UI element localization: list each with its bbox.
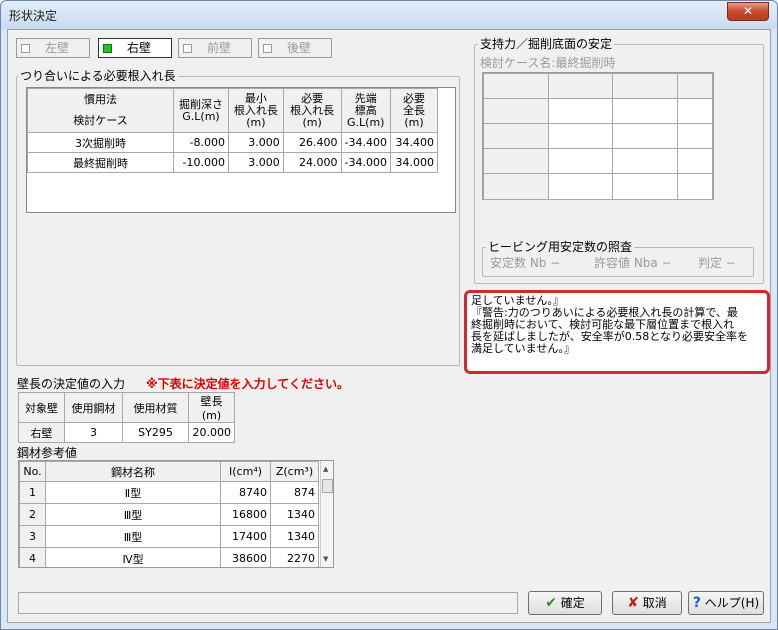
tab-front-wall[interactable]: 前壁 bbox=[178, 38, 252, 58]
table-row[interactable]: 右壁 3 SY295 20.000 bbox=[18, 422, 235, 443]
allowable-value: 許容値 Nba − bbox=[594, 256, 672, 270]
close-button[interactable]: ✕ bbox=[727, 2, 769, 21]
tab-right-wall[interactable]: 右壁 bbox=[98, 38, 172, 58]
bearing-grid bbox=[482, 72, 714, 200]
method-header: 慣用法 bbox=[26, 88, 175, 109]
help-icon: ? bbox=[692, 595, 701, 611]
tab-back-wall[interactable]: 後壁 bbox=[258, 38, 332, 58]
scroll-up-icon[interactable]: ▲ bbox=[323, 465, 328, 473]
dialog-window: 形状決定 ✕ 左壁 右壁 前壁 後壁 つり合いによる必要根入れ長 慣用法 掘削深… bbox=[0, 0, 778, 630]
checkbox-icon bbox=[263, 44, 272, 53]
table-row[interactable]: 最終掘削時 -10.000 3.000 24.000 -34.000 34.00… bbox=[26, 152, 438, 173]
embedment-table-frame: 慣用法 掘削深さ G.L(m) 最小 根入れ長 (m) 必要 根入れ長 (m) 先端 標高 G… bbox=[26, 87, 456, 213]
title-bar: 形状決定 ✕ bbox=[1, 1, 777, 29]
wall-length-table: 対象壁 使用鋼材 使用材質 壁長(m) 右壁 3 SY295 20.000 bbox=[18, 392, 235, 443]
scroll-down-icon[interactable]: ▼ bbox=[323, 555, 328, 563]
embedment-group-label: つり合いによる必要根入れ長 bbox=[18, 67, 178, 84]
case-header: 検討ケース bbox=[26, 108, 175, 133]
col-tip-elevation: 先端 標高 G.L(m) bbox=[340, 88, 392, 133]
table-row[interactable]: 1 Ⅱ型 8740 874 bbox=[19, 481, 320, 504]
material-cell[interactable]: SY295 bbox=[122, 422, 189, 443]
col-excavation: 掘削深さ G.L(m) bbox=[173, 88, 229, 133]
cross-icon: ✘ bbox=[627, 595, 639, 611]
steel-ref-table: No. 鋼材名称 I(cm⁴) Z(cm³) 1 Ⅱ型 8740 874 2 Ⅲ… bbox=[19, 461, 320, 567]
warning-message: 足していません。』 『警告:力のつりあいによる必要根入れ長の計算で、最 終掘削時… bbox=[464, 290, 770, 374]
ok-button[interactable]: ✔ 確定 bbox=[528, 591, 602, 615]
checkbox-icon bbox=[183, 44, 192, 53]
table-row[interactable]: 3 Ⅲ型 17400 1340 bbox=[19, 525, 320, 548]
col-req-embedment: 必要 根入れ長 (m) bbox=[282, 88, 342, 133]
col-min-embedment: 最小 根入れ長 (m) bbox=[227, 88, 284, 133]
help-button[interactable]: ? ヘルプ(H) bbox=[688, 591, 764, 615]
checkbox-icon bbox=[103, 44, 112, 53]
dialog-client: 左壁 右壁 前壁 後壁 つり合いによる必要根入れ長 慣用法 掘削深さ G.L(m)… bbox=[7, 29, 771, 623]
wall-length-input[interactable]: 20.000 bbox=[188, 422, 235, 443]
steel-ref-frame: No. 鋼材名称 I(cm⁴) Z(cm³) 1 Ⅱ型 8740 874 2 Ⅲ… bbox=[18, 460, 334, 568]
steel-cell[interactable]: 3 bbox=[64, 422, 123, 443]
bearing-group-label: 支持力／掘削底面の安定 bbox=[478, 35, 615, 52]
table-row[interactable]: 3次掘削時 -8.000 3.000 26.400 -34.400 34.400 bbox=[26, 132, 438, 153]
checkbox-icon bbox=[21, 44, 30, 53]
heaving-group-label: ヒービング用安定数の照査 bbox=[486, 238, 635, 255]
check-icon: ✔ bbox=[545, 595, 557, 611]
table-row[interactable]: 2 Ⅲ型 16800 1340 bbox=[19, 503, 320, 526]
stability-number: 安定数 Nb − bbox=[490, 256, 561, 270]
steel-ref-label: 鋼材参考値 bbox=[17, 446, 78, 460]
embedment-table: 慣用法 掘削深さ G.L(m) 最小 根入れ長 (m) 必要 根入れ長 (m) 先端 標高 G… bbox=[26, 88, 438, 173]
table-row[interactable]: 4 Ⅳ型 38600 2270 bbox=[19, 547, 320, 567]
status-field bbox=[18, 592, 518, 614]
cancel-button[interactable]: ✘ 取消 bbox=[612, 591, 682, 615]
wall-length-note: ※下表に決定値を入力してください。 bbox=[146, 377, 349, 391]
col-total-length: 必要 全長 (m) bbox=[390, 88, 438, 133]
scroll-thumb[interactable] bbox=[322, 479, 333, 493]
wall-length-label: 壁長の決定値の入力 bbox=[17, 377, 126, 391]
judgement: 判定 − bbox=[698, 256, 736, 270]
bearing-case-label: 検討ケース名:最終掘削時 bbox=[480, 56, 616, 70]
bearing-table bbox=[483, 73, 713, 200]
window-title: 形状決定 bbox=[9, 9, 58, 23]
steel-ref-scrollbar[interactable]: ▲ ▼ bbox=[320, 461, 333, 567]
tab-left-wall[interactable]: 左壁 bbox=[16, 38, 90, 58]
